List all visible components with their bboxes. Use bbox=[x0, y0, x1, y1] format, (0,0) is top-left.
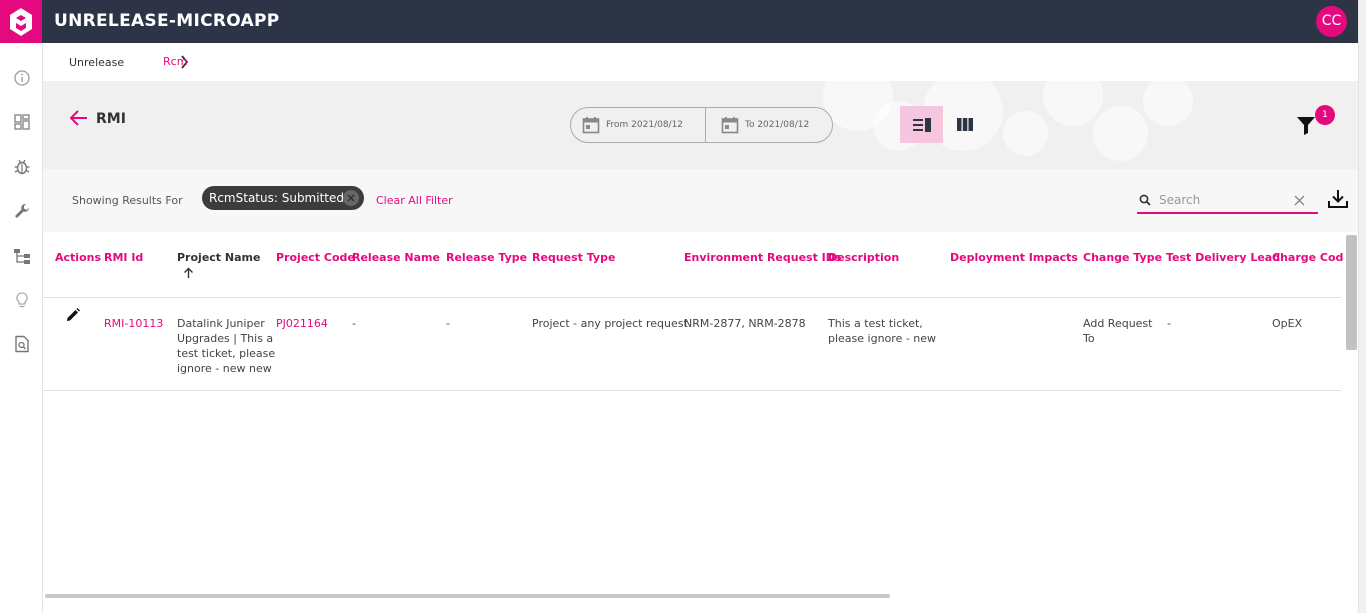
column-header-project-name[interactable]: Project Name bbox=[177, 251, 260, 264]
column-header-change-type[interactable]: Change Type bbox=[1083, 251, 1162, 264]
clear-all-filter-link[interactable]: Clear All Filter bbox=[376, 194, 453, 207]
info-icon[interactable] bbox=[13, 69, 31, 87]
cell-project-name: Datalink Juniper Upgrades | This a test … bbox=[177, 316, 275, 376]
column-header-description[interactable]: Description bbox=[828, 251, 899, 264]
calendar-icon bbox=[582, 117, 600, 134]
app-title: UNRELEASE-MICROAPP bbox=[54, 11, 280, 31]
list-view-icon bbox=[912, 117, 931, 132]
cell-release-type: - bbox=[446, 317, 450, 330]
search-box bbox=[1137, 187, 1318, 214]
sidebar bbox=[0, 43, 43, 613]
column-header-rmi-id[interactable]: RMI Id bbox=[104, 251, 143, 264]
cell-rmi-id[interactable]: RMI-10113 bbox=[104, 316, 163, 331]
column-header-charge-code[interactable]: Charge Code bbox=[1272, 251, 1351, 264]
cell-text-line: test ticket, please bbox=[177, 347, 276, 360]
download-icon[interactable] bbox=[1327, 188, 1349, 210]
table-horizontal-scrollbar[interactable] bbox=[45, 594, 890, 598]
cell-description: This a test ticket, please ignore - new bbox=[828, 316, 936, 346]
cell-text-line: To bbox=[1083, 332, 1095, 345]
filter-bar: Showing Results For RcmStatus: Submitted… bbox=[43, 169, 1358, 232]
list-view-button[interactable] bbox=[900, 106, 943, 143]
cell-charge-code: OpEX bbox=[1272, 317, 1303, 330]
edit-pencil-icon[interactable] bbox=[66, 308, 80, 322]
cell-project-code[interactable]: PJ021164 bbox=[276, 316, 328, 331]
cell-text-line: ignore - new new bbox=[177, 362, 272, 375]
cell-test-delivery-lead: - bbox=[1167, 317, 1171, 330]
hierarchy-icon[interactable] bbox=[13, 247, 31, 265]
cell-release-name: - bbox=[352, 317, 356, 330]
date-from-label: From 2021/08/12 bbox=[606, 120, 684, 130]
logo-icon bbox=[10, 7, 32, 36]
filter-icon[interactable] bbox=[1296, 116, 1316, 135]
bug-icon[interactable] bbox=[13, 158, 31, 176]
column-header-deployment-impacts[interactable]: Deployment Impacts bbox=[950, 251, 1078, 264]
page-header: RMI From 2021/08/12 To 2021/08/12 1 bbox=[43, 81, 1358, 169]
breadcrumb-rcm: Rcm bbox=[163, 55, 188, 68]
showing-results-label: Showing Results For bbox=[72, 194, 183, 207]
table-vertical-scroll-thumb[interactable] bbox=[1346, 235, 1357, 350]
cell-request-type: Project - any project request bbox=[532, 317, 688, 330]
chip-close-icon[interactable] bbox=[343, 190, 359, 206]
page-scrollbar[interactable] bbox=[1358, 0, 1366, 613]
filter-count-badge: 1 bbox=[1315, 105, 1335, 125]
cell-env-request-ids: NRM-2877, NRM-2878 bbox=[684, 317, 806, 330]
breadcrumb-unrelease[interactable]: Unrelease bbox=[69, 56, 124, 69]
columns-icon bbox=[956, 118, 973, 131]
column-view-button[interactable] bbox=[943, 106, 986, 143]
cell-text-line: This a test ticket, bbox=[828, 317, 923, 330]
cell-text-line: Add Request bbox=[1083, 317, 1153, 330]
rmi-table: Actions RMI Id Project Name Project Code… bbox=[43, 232, 1351, 592]
column-header-release-type[interactable]: Release Type bbox=[446, 251, 527, 264]
dashboard-icon[interactable] bbox=[13, 113, 31, 131]
lightbulb-icon[interactable] bbox=[13, 291, 31, 309]
breadcrumb: Unrelease Rcm bbox=[43, 43, 1358, 81]
date-from-field[interactable]: From 2021/08/12 bbox=[582, 108, 683, 142]
cell-text-line: please ignore - new bbox=[828, 332, 937, 345]
date-to-field[interactable]: To 2021/08/12 bbox=[721, 108, 809, 142]
cell-text-line: Upgrades | This a bbox=[177, 332, 274, 345]
wrench-icon[interactable] bbox=[13, 202, 31, 220]
column-header-test-delivery-lead[interactable]: Test Delivery Lead bbox=[1166, 251, 1280, 264]
column-header-request-type[interactable]: Request Type bbox=[532, 251, 615, 264]
column-header-release-name[interactable]: Release Name bbox=[352, 251, 440, 264]
cell-change-type: Add Request To bbox=[1083, 316, 1152, 346]
document-search-icon[interactable] bbox=[13, 335, 31, 353]
app-logo[interactable] bbox=[0, 0, 42, 43]
filter-chip: RcmStatus: Submitted bbox=[202, 186, 364, 210]
sort-ascending-icon[interactable] bbox=[183, 267, 194, 279]
date-range-picker: From 2021/08/12 To 2021/08/12 bbox=[570, 107, 833, 143]
page-title: RMI bbox=[96, 111, 126, 127]
calendar-icon bbox=[721, 117, 739, 134]
search-icon bbox=[1139, 194, 1151, 206]
column-header-env-request-ids[interactable]: Environment Request IDs bbox=[684, 251, 841, 264]
date-to-label: To 2021/08/12 bbox=[745, 120, 810, 130]
filter-chip-label: RcmStatus: Submitted bbox=[209, 191, 344, 205]
user-avatar[interactable]: CC bbox=[1316, 6, 1347, 37]
top-bar: UNRELEASE-MICROAPP CC bbox=[0, 0, 1366, 43]
cell-text-line: Datalink Juniper bbox=[177, 317, 265, 330]
clear-search-icon[interactable] bbox=[1294, 195, 1305, 206]
column-header-project-code[interactable]: Project Code bbox=[276, 251, 355, 264]
column-header-actions[interactable]: Actions bbox=[55, 251, 101, 264]
back-arrow-icon[interactable] bbox=[69, 109, 89, 127]
search-input[interactable] bbox=[1159, 191, 1289, 209]
